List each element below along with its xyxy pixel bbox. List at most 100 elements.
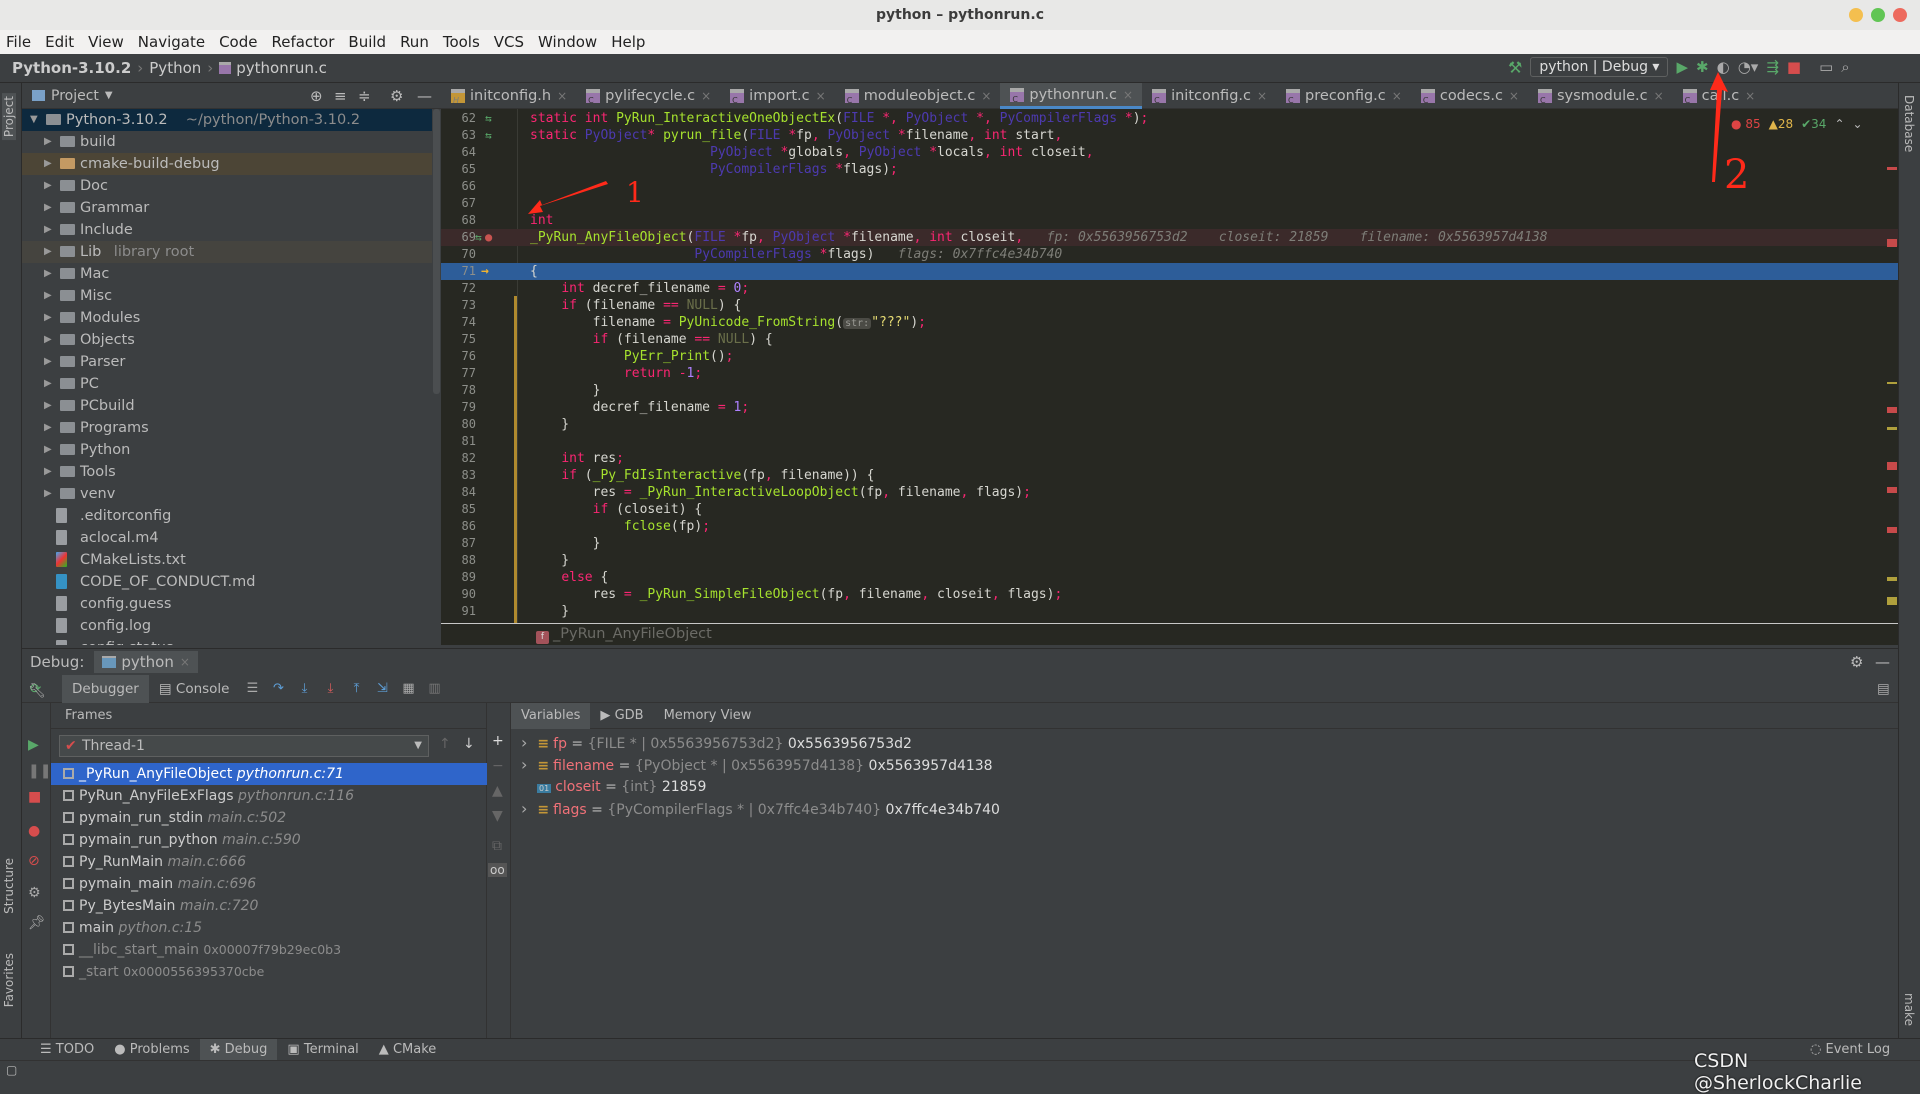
line-number[interactable]: 76 [441, 348, 476, 365]
pause-icon[interactable]: ❚❚ [28, 763, 51, 779]
tree-item[interactable]: ▶ venv [22, 483, 432, 505]
pin-icon[interactable]: 📌︎ [28, 915, 46, 931]
chevron-right-icon[interactable]: ▶ [44, 395, 52, 417]
run-icon[interactable]: ▶ [1676, 58, 1688, 76]
tree-item[interactable]: config.guess [22, 593, 432, 615]
evaluate-icon[interactable]: ▦ [399, 681, 417, 696]
line-number[interactable]: 80 [441, 416, 476, 433]
tree-item[interactable]: aclocal.m4 [22, 527, 432, 549]
expand-all-icon[interactable]: ≡ [334, 87, 347, 105]
bottom-tab-terminal[interactable]: ▣ Terminal [277, 1039, 368, 1061]
tree-item[interactable]: ▶ Include [22, 219, 432, 241]
chevron-right-icon[interactable]: › [521, 755, 527, 774]
chevron-right-icon[interactable]: › [521, 799, 527, 818]
chevron-right-icon[interactable]: ▶ [44, 417, 52, 439]
tree-item[interactable]: ▶ Grammar [22, 197, 432, 219]
tree-item[interactable]: CMakeLists.txt [22, 549, 432, 571]
chevron-right-icon[interactable]: ▶ [44, 483, 52, 505]
debug-session-tab[interactable]: python × [94, 650, 198, 673]
line-number[interactable]: 70 [441, 246, 476, 263]
project-tree-scrollbar[interactable] [433, 109, 440, 394]
code-editor[interactable]: 62 ⇆ static int PyRun_InteractiveOneObject… [441, 109, 1898, 623]
tree-item[interactable]: CODE_OF_CONDUCT.md [22, 571, 432, 593]
line-number[interactable]: 75 [441, 331, 476, 348]
line-number[interactable]: 63 [441, 127, 476, 144]
line-number[interactable]: 74 [441, 314, 476, 331]
tree-item[interactable]: ▶ cmake-build-debug [22, 153, 432, 175]
chevron-right-icon[interactable]: ▶ [44, 329, 52, 351]
chevron-right-icon[interactable]: ▶ [44, 153, 52, 175]
editor-breadcrumb-function[interactable]: _PyRun_AnyFileObject [553, 626, 712, 642]
close-icon[interactable]: × [701, 89, 711, 103]
chevron-right-icon[interactable]: ▶ [44, 197, 52, 219]
override-arrows-icon[interactable]: ⇆ [485, 127, 492, 144]
stack-frame[interactable]: __libc_start_main 0x00007f79b29ec0b3 [51, 939, 487, 961]
line-number[interactable]: 82 [441, 450, 476, 467]
override-arrows-icon[interactable]: ⇆ [475, 229, 482, 246]
chevron-right-icon[interactable]: ▶ [44, 131, 52, 153]
close-window-button[interactable] [1893, 8, 1907, 22]
tab-codecs-c[interactable]: Ccodecs.c × [1411, 83, 1528, 109]
hide-panel-icon[interactable]: — [1875, 653, 1890, 671]
tree-item[interactable]: ▶ Mac [22, 263, 432, 285]
line-number[interactable]: 83 [441, 467, 476, 484]
minimize-button[interactable] [1849, 8, 1863, 22]
tree-item[interactable]: ▶ Doc [22, 175, 432, 197]
close-icon[interactable]: × [557, 89, 567, 103]
collapse-all-icon[interactable]: ≑ [358, 87, 371, 105]
tab-preconfig-c[interactable]: Cpreconfig.c × [1276, 83, 1411, 109]
bottom-tab-todo[interactable]: ☰ TODO [30, 1039, 104, 1061]
move-down-icon[interactable]: ▼ [492, 808, 503, 824]
line-number[interactable]: 72 [441, 280, 476, 297]
menu-help[interactable]: Help [611, 33, 645, 51]
stack-frame[interactable]: pymain_run_python main.c:590 [51, 829, 487, 851]
editor-breadcrumb[interactable]: f _PyRun_AnyFileObject [441, 623, 1898, 645]
stack-frame[interactable]: Py_RunMain main.c:666 [51, 851, 487, 873]
tab-memory-view[interactable]: Memory View [654, 703, 762, 729]
menu-tools[interactable]: Tools [443, 33, 480, 51]
tree-item[interactable]: ▶ Python [22, 439, 432, 461]
variable-row[interactable]: 01 closeit = {int} 21859 [521, 776, 706, 798]
line-number[interactable]: 65 [441, 161, 476, 178]
tool-window-structure[interactable]: Structure [2, 858, 16, 914]
tree-item[interactable]: ▶ build [22, 131, 432, 153]
tab-gdb[interactable]: ▶ GDB [590, 703, 653, 729]
run-config-dropdown[interactable]: python | Debug ▾ [1530, 57, 1669, 77]
step-into-icon[interactable]: ⤓ [295, 681, 313, 696]
tab-moduleobject-c[interactable]: Cmoduleobject.c × [835, 83, 1001, 109]
tree-item[interactable]: ▼ Python-3.10.2 ~/python/Python-3.10.2 [22, 109, 432, 131]
tool-window-database[interactable]: Database [1902, 95, 1916, 152]
search-icon[interactable]: ⌕ [1841, 58, 1849, 76]
tab-import-c[interactable]: Cimport.c × [720, 83, 835, 109]
build-hammer-icon[interactable]: ⚒ [1508, 58, 1522, 77]
line-number[interactable]: 89 [441, 569, 476, 586]
prev-highlight-icon[interactable]: ⌃ [1834, 117, 1844, 131]
close-icon[interactable]: × [1745, 89, 1755, 103]
move-up-icon[interactable]: ▲ [492, 783, 503, 799]
bottom-tab-problems[interactable]: ● Problems [104, 1039, 199, 1061]
error-stripe[interactable] [1885, 137, 1898, 623]
menu-view[interactable]: View [88, 33, 124, 51]
tree-item[interactable]: config.log [22, 615, 432, 637]
line-number[interactable]: 71 [441, 263, 476, 280]
show-watches-icon[interactable]: oo [488, 863, 507, 877]
step-over-icon[interactable]: ↷ [269, 681, 287, 696]
layout-icon[interactable]: ▥ [425, 681, 443, 696]
chevron-right-icon[interactable]: ▶ [44, 241, 52, 263]
gear-icon[interactable]: ⚙ [1850, 653, 1863, 671]
line-number[interactable]: 68 [441, 212, 476, 229]
coverage-icon[interactable]: ◐ [1717, 58, 1730, 76]
line-number[interactable]: 77 [441, 365, 476, 382]
menu-window[interactable]: Window [538, 33, 597, 51]
mute-breakpoints-icon[interactable]: ⊘ [28, 853, 40, 869]
menu-code[interactable]: Code [219, 33, 257, 51]
stop-icon[interactable]: ■ [1787, 58, 1801, 76]
tree-item[interactable]: config.status [22, 637, 432, 645]
stack-frame[interactable]: main python.c:15 [51, 917, 487, 939]
tab-debugger[interactable]: Debugger [62, 674, 149, 703]
close-icon[interactable]: × [1123, 88, 1133, 102]
tab-console[interactable]: ▤ Console [149, 675, 240, 703]
chevron-right-icon[interactable]: › [521, 733, 527, 752]
stack-frame[interactable]: Py_BytesMain main.c:720 [51, 895, 487, 917]
close-icon[interactable]: × [1509, 89, 1519, 103]
